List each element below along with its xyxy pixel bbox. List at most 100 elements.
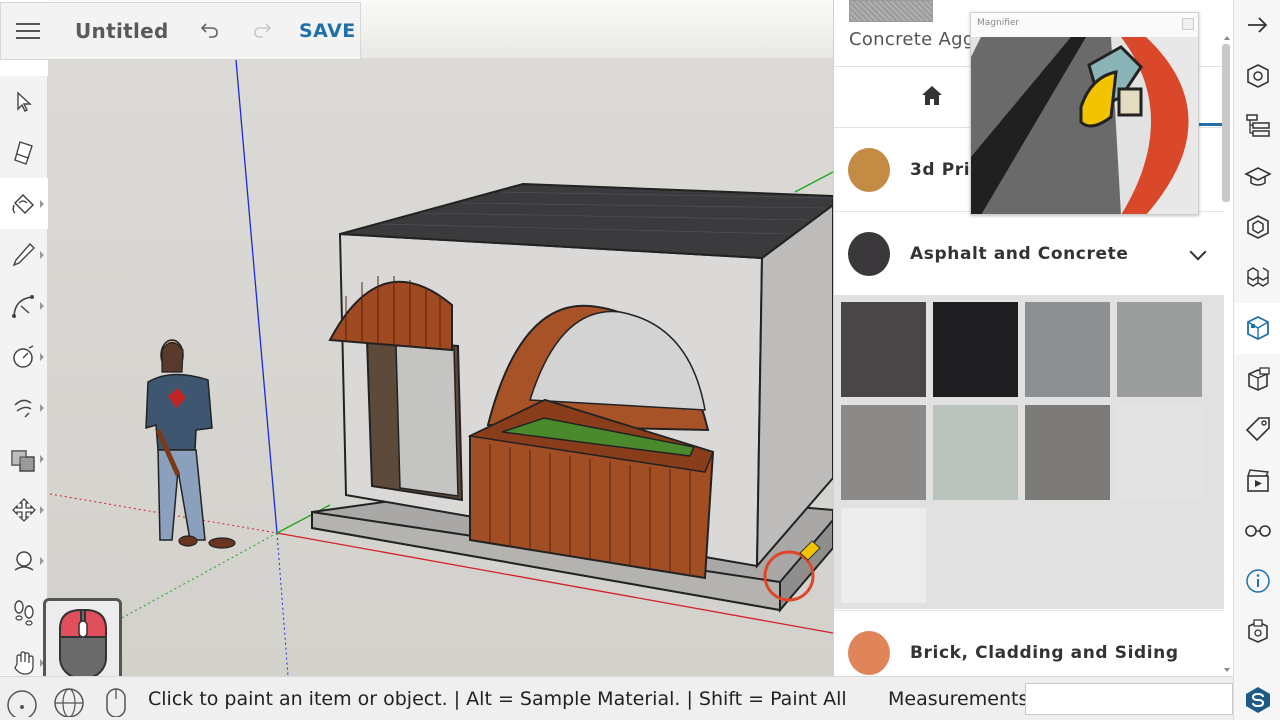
outliner-panel-button[interactable] <box>1234 101 1280 152</box>
hand-icon <box>14 650 34 675</box>
viewport-scene <box>49 59 833 676</box>
chevron-down-icon <box>1189 243 1207 261</box>
pencil-icon <box>12 242 35 266</box>
eraser-tool[interactable] <box>0 127 48 178</box>
entity-info-panel-button[interactable] <box>1234 51 1280 102</box>
arrow-right-icon <box>1247 17 1267 33</box>
material-swatch[interactable] <box>933 302 1018 397</box>
extension-panel-button[interactable] <box>1234 606 1280 657</box>
title-bar: Untitled SAVE <box>0 2 361 60</box>
save-button[interactable]: SAVE <box>299 20 356 42</box>
material-swatch[interactable] <box>841 405 926 500</box>
material-swatch[interactable] <box>933 405 1018 500</box>
display-icon <box>1244 525 1271 538</box>
document-title[interactable]: Untitled <box>75 19 185 43</box>
tool-flyout-caret <box>40 302 44 310</box>
green-axis-negative <box>99 532 278 631</box>
scenes-icon <box>1246 468 1269 492</box>
right-toolbar <box>1233 0 1280 720</box>
model-info-icon <box>1245 569 1270 593</box>
blue-axis-negative <box>276 532 289 676</box>
paint-bucket-tool[interactable] <box>0 178 48 229</box>
3d-warehouse-icon <box>1246 266 1269 287</box>
scale-figure <box>145 339 236 549</box>
display-panel-button[interactable] <box>1234 505 1280 556</box>
category-asphalt-and-concrete[interactable]: Asphalt and Concrete <box>834 212 1224 296</box>
hamburger-icon <box>16 30 40 32</box>
orbit-tool[interactable] <box>0 535 48 586</box>
status-bar: Click to paint an item or object. | Alt … <box>0 676 1233 720</box>
materials-panel-button[interactable] <box>1234 303 1280 354</box>
orbit-icon <box>14 550 34 571</box>
push-pull-icon <box>14 399 32 418</box>
tool-flyout-caret <box>40 557 44 565</box>
category-swatch <box>848 232 890 276</box>
tool-flyout-caret <box>40 455 44 463</box>
material-swatch[interactable] <box>1117 405 1202 500</box>
measurements-input[interactable] <box>1025 683 1233 715</box>
material-swatch[interactable] <box>841 508 926 603</box>
home-tab[interactable] <box>920 83 944 111</box>
category-brick-cladding-siding[interactable]: Brick, Cladding and Siding <box>834 610 1224 676</box>
walk-tool[interactable] <box>0 586 48 637</box>
material-swatch[interactable] <box>1025 405 1110 500</box>
instructor-icon <box>1243 166 1272 186</box>
material-swatch[interactable] <box>1117 302 1202 397</box>
mouse-settings-icon[interactable] <box>105 685 127 720</box>
category-swatch <box>848 631 890 675</box>
left-toolbar <box>0 76 48 676</box>
scenes-panel-button[interactable] <box>1234 455 1280 506</box>
material-swatch[interactable] <box>841 302 926 397</box>
undo-button[interactable] <box>193 14 227 48</box>
tape-measure-tool[interactable] <box>0 331 48 382</box>
entity-info-icon <box>1246 63 1269 88</box>
green-axis-far <box>794 171 833 193</box>
active-tab-indicator <box>1196 123 1222 126</box>
styles-panel-button[interactable] <box>1234 354 1280 405</box>
info-circle-icon[interactable] <box>6 685 38 720</box>
tool-flyout-caret <box>40 251 44 259</box>
footprints-icon <box>14 599 34 626</box>
extension-icon <box>1247 619 1268 644</box>
tool-flyout-caret <box>40 506 44 514</box>
arc-icon <box>12 294 34 318</box>
close-icon[interactable] <box>1182 18 1194 30</box>
model-info-panel-button[interactable] <box>1234 556 1280 607</box>
scroll-up-arrow[interactable] <box>1224 36 1230 40</box>
offset-icon <box>11 449 35 472</box>
panel-scrollbar[interactable] <box>1222 44 1230 202</box>
measurements-label: Measurements <box>888 688 1029 710</box>
components-panel-button[interactable] <box>1234 202 1280 253</box>
material-swatch[interactable] <box>1025 302 1110 397</box>
move-tool[interactable] <box>0 484 48 535</box>
push-pull-tool[interactable] <box>0 382 48 433</box>
modeling-viewport[interactable] <box>48 0 833 676</box>
menu-button[interactable] <box>1 2 55 60</box>
3d-warehouse-panel-button[interactable] <box>1234 253 1280 304</box>
tool-flyout-caret <box>40 200 44 208</box>
redo-icon <box>254 23 272 38</box>
sketchup-window: Untitled SAVE Concrete Aggre 3d Prin Asp… <box>0 0 1280 720</box>
magnified-view <box>971 37 1198 214</box>
blue-axis <box>235 59 278 534</box>
scroll-down-arrow[interactable] <box>1224 668 1230 672</box>
move-icon <box>12 497 36 522</box>
home-icon <box>922 86 942 105</box>
styles-icon <box>1247 367 1270 391</box>
globe-icon[interactable] <box>53 685 85 720</box>
arrow-icon <box>17 90 32 112</box>
offset-tool[interactable] <box>0 433 48 484</box>
collapse-panel-button[interactable] <box>1234 0 1280 51</box>
current-material-swatch[interactable] <box>849 0 933 22</box>
pencil-tool[interactable] <box>0 229 48 280</box>
outliner-icon <box>1245 114 1270 137</box>
select-tool[interactable] <box>0 76 48 127</box>
tags-panel-button[interactable] <box>1234 404 1280 455</box>
tool-flyout-caret <box>40 353 44 361</box>
tool-flyout-caret <box>40 404 44 412</box>
tags-icon <box>1245 417 1270 442</box>
instructor-panel-button[interactable] <box>1234 152 1280 203</box>
sketchup-logo <box>1234 675 1280 720</box>
arc-tool[interactable] <box>0 280 48 331</box>
redo-button[interactable] <box>245 14 279 48</box>
